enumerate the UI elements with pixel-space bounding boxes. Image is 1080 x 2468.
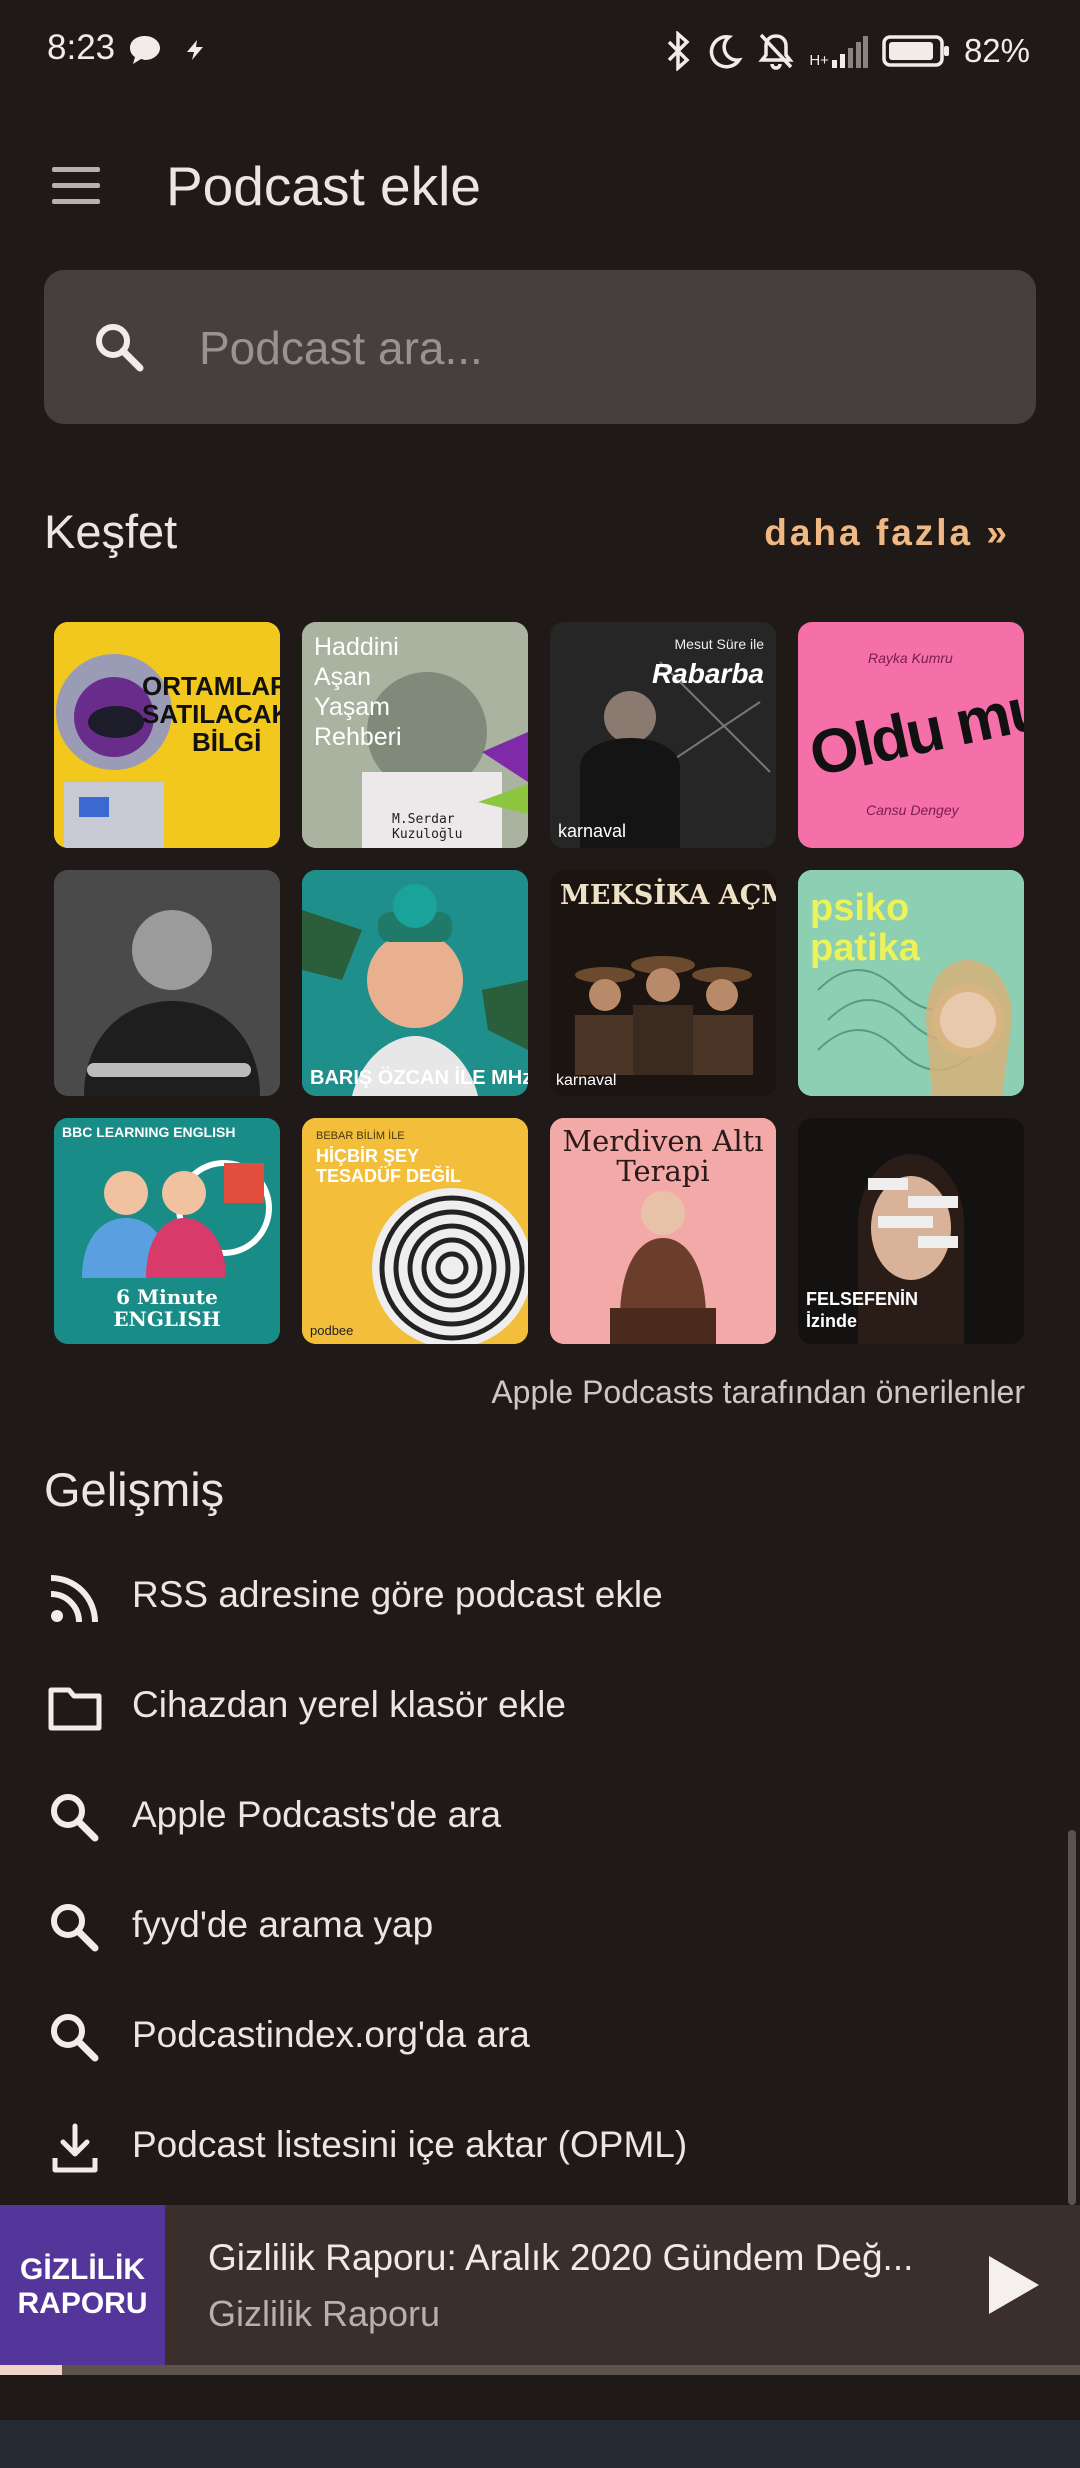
attribution-text: Apple Podcasts tarafından önerilenler: [491, 1374, 1025, 1410]
podcast-tile[interactable]: Haddini Aşan Yaşam Rehberi M.Serdar Kuzu…: [302, 622, 528, 848]
tile-title: MEKSİKA AÇMAZI: [560, 880, 776, 911]
more-link[interactable]: daha fazla »: [764, 512, 1010, 554]
app-bar: Podcast ekle: [0, 140, 1080, 230]
search-icon: [51, 2014, 99, 2062]
tile-title: HİÇBİR ŞEY TESADÜF DEĞİL: [316, 1146, 462, 1186]
podcast-tile[interactable]: BARIŞ ÖZCAN İLE MHz: [302, 870, 528, 1096]
scrollbar[interactable]: [1068, 1830, 1076, 2205]
mini-player[interactable]: GİZLİLİK RAPORU Gizlilik Raporu: Aralık …: [0, 2205, 1080, 2370]
moon-icon: [710, 35, 743, 69]
item-label: Podcastindex.org'da ara: [132, 2014, 530, 2055]
tile-subtitle: BBC LEARNING ENGLISH: [62, 1124, 236, 1140]
artwork-title: GİZLİLİK RAPORU: [17, 2253, 148, 2320]
bluetooth-icon: [668, 31, 690, 71]
episode-artwork: GİZLİLİK RAPORU: [0, 2205, 165, 2370]
download-icon: [52, 2123, 98, 2173]
tile-title: psiko patika: [810, 887, 920, 969]
folder-icon: [48, 1687, 102, 1731]
add-local-folder-item[interactable]: Cihazdan yerel klasör ekle: [0, 1658, 1080, 1754]
item-label: RSS adresine göre podcast ekle: [132, 1574, 663, 1615]
podcast-name: Gizlilik Raporu: [208, 2293, 441, 2334]
search-input[interactable]: [197, 270, 1001, 426]
episode-title: Gizlilik Raporu: Aralık 2020 Gündem Değ.…: [208, 2237, 914, 2278]
podcast-tile[interactable]: BEBAR BİLİM İLE HİÇBİR ŞEY TESADÜF DEĞİL…: [302, 1118, 528, 1344]
podcast-tile[interactable]: FELSEFENİN İzinde: [798, 1118, 1024, 1344]
page-title: Podcast ekle: [166, 155, 481, 217]
tile-subtitle: BEBAR BİLİM İLE: [316, 1130, 405, 1142]
signal-icon: [831, 36, 868, 68]
progress-fill: [0, 2365, 62, 2375]
tile-brand: podbee: [310, 1323, 354, 1338]
tile-title: 6 Minute ENGLISH: [113, 1285, 221, 1331]
tile-subtitle: Mesut Süre ile: [674, 636, 764, 652]
battery-icon: [882, 35, 949, 67]
discover-title: Keşfet: [44, 505, 178, 558]
item-label: fyyd'de arama yap: [132, 1904, 434, 1945]
chat-bubble-icon: [130, 36, 160, 64]
podcast-tile[interactable]: BBC LEARNING ENGLISH 6 Minute ENGLISH: [54, 1118, 280, 1344]
item-label: Cihazdan yerel klasör ekle: [132, 1684, 566, 1725]
tile-title: Rabarba: [651, 658, 764, 689]
tile-subtitle: Cansu Dengey: [866, 802, 959, 818]
podcast-grid: ORTAMLARDA SATILACAK BİLGİ Haddini Aşan …: [54, 622, 1026, 1344]
play-icon[interactable]: [975, 2250, 1045, 2320]
bell-off-icon: [758, 33, 794, 70]
podcast-tile[interactable]: Rayka Kumru Oldu mu? Cansu Dengey: [798, 622, 1024, 848]
item-label: Podcast listesini içe aktar (OPML): [132, 2124, 688, 2165]
tile-title: FELSEFENİN İzinde: [806, 1289, 919, 1331]
podcast-tile[interactable]: ORTAMLARDA SATILACAK BİLGİ: [54, 622, 280, 848]
import-opml-item[interactable]: Podcast listesini içe aktar (OPML): [0, 2098, 1080, 2194]
search-apple-podcasts-item[interactable]: Apple Podcasts'de ara: [0, 1768, 1080, 1864]
tile-brand: karnaval: [558, 821, 627, 841]
status-icons: H+ 82%: [663, 26, 1030, 76]
advanced-title: Gelişmiş: [44, 1463, 225, 1516]
rss-icon: [50, 1575, 98, 1623]
item-label: Apple Podcasts'de ara: [132, 1794, 502, 1835]
podcast-tile[interactable]: Merdiven Altı Terapi: [550, 1118, 776, 1344]
tile-brand: karnaval: [556, 1072, 617, 1089]
search-bar[interactable]: [44, 270, 1036, 426]
podcast-tile[interactable]: [54, 870, 280, 1096]
tile-subtitle: M.Serdar Kuzuloğlu: [392, 812, 463, 842]
tile-title: Oldu mu?: [803, 665, 1024, 790]
status-time: 8:23: [47, 28, 116, 67]
host-artwork: [302, 870, 528, 1096]
hamburger-menu-icon[interactable]: [46, 164, 106, 208]
podcast-tile[interactable]: MEKSİKA AÇMAZI karnaval: [550, 870, 776, 1096]
search-icon: [51, 1904, 99, 1952]
search-fyyd-item[interactable]: fyyd'de arama yap: [0, 1878, 1080, 1974]
search-podcastindex-item[interactable]: Podcastindex.org'da ara: [0, 1988, 1080, 2084]
tile-title: ORTAMLARDA SATILACAK BİLGİ: [142, 671, 280, 757]
podcast-tile[interactable]: Mesut Süre ile Rabarba karnaval: [550, 622, 776, 848]
app-notification-icon: [187, 40, 203, 60]
tile-title: Haddini Aşan Yaşam Rehberi: [314, 633, 402, 751]
host-artwork: [550, 622, 776, 848]
search-icon: [51, 1794, 99, 1842]
search-icon: [96, 324, 144, 372]
tile-title: BARIŞ ÖZCAN İLE MHz: [310, 1067, 528, 1089]
system-nav-bar: [0, 2420, 1080, 2468]
tile-subtitle: Rayka Kumru: [868, 650, 953, 666]
add-by-rss-item[interactable]: RSS adresine göre podcast ekle: [0, 1548, 1080, 1644]
network-indicator: H+: [809, 34, 868, 68]
podcast-tile[interactable]: psiko patika: [798, 870, 1024, 1096]
tile-title: Merdiven Altı Terapi: [562, 1124, 764, 1188]
portrait-artwork: [54, 870, 280, 1096]
battery-percent: 82%: [963, 32, 1030, 69]
playback-progress[interactable]: [0, 2365, 1080, 2375]
status-bar: 8:23 H+ 82%: [0, 0, 1080, 100]
